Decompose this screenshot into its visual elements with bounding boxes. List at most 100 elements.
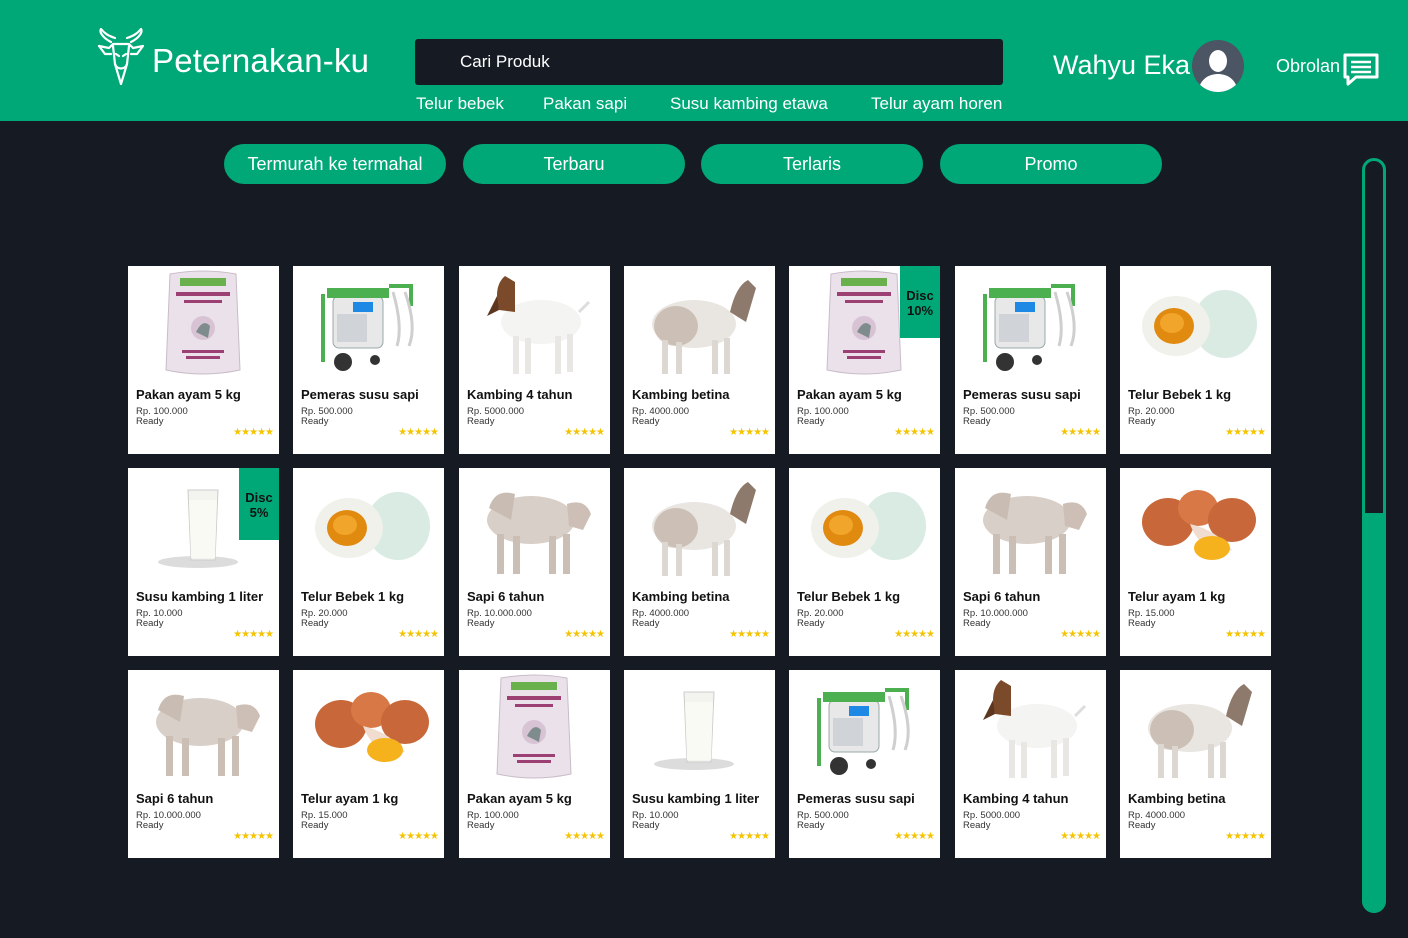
product-card[interactable]: Kambing 4 tahun Rp. 5000.000 Ready ★★★★★ [955, 670, 1106, 858]
product-status: Ready [963, 618, 991, 629]
goat-brown-head-icon[interactable] [459, 266, 610, 384]
product-card[interactable]: Susu kambing 1 liter Rp. 10.000 Ready ★★★★★… [128, 468, 279, 656]
chicken-egg-icon[interactable] [1120, 468, 1271, 586]
product-name[interactable]: Pemeras susu sapi [301, 387, 419, 402]
cow-icon[interactable] [459, 468, 610, 586]
product-name[interactable]: Kambing 4 tahun [467, 387, 572, 402]
milking-machine-icon[interactable] [955, 266, 1106, 384]
product-name[interactable]: Susu kambing 1 liter [136, 589, 263, 604]
product-status: Ready [467, 618, 495, 629]
product-name[interactable]: Kambing betina [632, 589, 730, 604]
rating-stars: ★★★★★ [1060, 629, 1101, 640]
product-name[interactable]: Pakan ayam 5 kg [797, 387, 902, 402]
product-name[interactable]: Telur ayam 1 kg [301, 791, 398, 806]
product-status: Ready [301, 416, 329, 427]
product-name[interactable]: Sapi 6 tahun [136, 791, 213, 806]
product-name[interactable]: Sapi 6 tahun [467, 589, 544, 604]
product-status: Ready [467, 416, 495, 427]
chicken-egg-icon[interactable] [293, 670, 444, 788]
user-name[interactable]: Wahyu Eka [1053, 50, 1190, 81]
quick-link-telur-ayam-horen[interactable]: Telur ayam horen [871, 94, 1002, 114]
product-card[interactable]: Sapi 6 tahun Rp. 10.000.000 Ready ★★★★★ [459, 468, 610, 656]
duck-egg-icon[interactable] [1120, 266, 1271, 384]
product-status: Ready [797, 618, 825, 629]
product-name[interactable]: Telur ayam 1 kg [1128, 589, 1225, 604]
product-name[interactable]: Kambing betina [1128, 791, 1226, 806]
product-status: Ready [301, 820, 329, 831]
product-card[interactable]: Telur Bebek 1 kg Rp. 20.000 Ready ★★★★★ [293, 468, 444, 656]
duck-egg-icon[interactable] [789, 468, 940, 586]
product-name[interactable]: Telur Bebek 1 kg [301, 589, 404, 604]
product-status: Ready [1128, 820, 1156, 831]
rating-stars: ★★★★★ [729, 629, 770, 640]
product-card[interactable]: Kambing betina Rp. 4000.000 Ready ★★★★★ [1120, 670, 1271, 858]
rating-stars: ★★★★★ [233, 629, 274, 640]
discount-badge: Disc 10% [900, 266, 940, 338]
product-name[interactable]: Pemeras susu sapi [963, 387, 1081, 402]
duck-egg-icon[interactable] [293, 468, 444, 586]
rating-stars: ★★★★★ [233, 427, 274, 438]
product-name[interactable]: Susu kambing 1 liter [632, 791, 759, 806]
product-card[interactable]: Pakan ayam 5 kg Rp. 100.000 Ready ★★★★★ [128, 266, 279, 454]
product-name[interactable]: Telur Bebek 1 kg [797, 589, 900, 604]
rating-stars: ★★★★★ [1060, 831, 1101, 842]
rating-stars: ★★★★★ [564, 427, 605, 438]
cow-icon[interactable] [955, 468, 1106, 586]
product-card[interactable]: Sapi 6 tahun Rp. 10.000.000 Ready ★★★★★ [955, 468, 1106, 656]
milking-machine-icon[interactable] [293, 266, 444, 384]
product-name[interactable]: Sapi 6 tahun [963, 589, 1040, 604]
filter-cheapest-button[interactable]: Termurah ke termahal [224, 144, 446, 184]
product-card[interactable]: Pakan ayam 5 kg Rp. 100.000 Ready ★★★★★ [459, 670, 610, 858]
chat-label[interactable]: Obrolan [1276, 56, 1340, 77]
quick-link-pakan-sapi[interactable]: Pakan sapi [543, 94, 627, 114]
product-status: Ready [1128, 618, 1156, 629]
product-name[interactable]: Pakan ayam 5 kg [467, 791, 572, 806]
product-card[interactable]: Kambing betina Rp. 4000.000 Ready ★★★★★ [624, 266, 775, 454]
filter-bestseller-button[interactable]: Terlaris [701, 144, 923, 184]
product-name[interactable]: Pakan ayam 5 kg [136, 387, 241, 402]
chat-bubble-icon[interactable] [1342, 52, 1380, 86]
product-card[interactable]: Pemeras susu sapi Rp. 500.000 Ready ★★★★★ [955, 266, 1106, 454]
product-card[interactable]: Telur Bebek 1 kg Rp. 20.000 Ready ★★★★★ [1120, 266, 1271, 454]
product-card[interactable]: Pemeras susu sapi Rp. 500.000 Ready ★★★★★ [789, 670, 940, 858]
rating-stars: ★★★★★ [233, 831, 274, 842]
product-name[interactable]: Kambing 4 tahun [963, 791, 1068, 806]
quick-link-susu-kambing-etawa[interactable]: Susu kambing etawa [670, 94, 828, 114]
goat-female-icon[interactable] [624, 468, 775, 586]
product-card[interactable]: Pemeras susu sapi Rp. 500.000 Ready ★★★★★ [293, 266, 444, 454]
search-bar[interactable] [415, 39, 1003, 85]
search-input[interactable] [415, 39, 1003, 85]
rating-stars: ★★★★★ [398, 427, 439, 438]
filter-newest-button[interactable]: Terbaru [463, 144, 685, 184]
goat-brown-head-icon[interactable] [955, 670, 1106, 788]
product-card[interactable]: Kambing betina Rp. 4000.000 Ready ★★★★★ [624, 468, 775, 656]
goat-female-icon[interactable] [1120, 670, 1271, 788]
rating-stars: ★★★★★ [398, 629, 439, 640]
filter-promo-button[interactable]: Promo [940, 144, 1162, 184]
product-name[interactable]: Telur Bebek 1 kg [1128, 387, 1231, 402]
user-avatar-icon[interactable] [1192, 40, 1244, 92]
app-title: Peternakan-ku [152, 42, 370, 79]
feed-sack-icon[interactable] [459, 670, 610, 788]
milk-glass-icon[interactable] [624, 670, 775, 788]
milking-machine-icon[interactable] [789, 670, 940, 788]
quick-link-telur-bebek[interactable]: Telur bebek [416, 94, 504, 114]
goat-logo-icon[interactable] [95, 28, 147, 86]
product-card[interactable]: Telur ayam 1 kg Rp. 15.000 Ready ★★★★★ [293, 670, 444, 858]
product-card[interactable]: Sapi 6 tahun Rp. 10.000.000 Ready ★★★★★ [128, 670, 279, 858]
goat-female-icon[interactable] [624, 266, 775, 384]
product-name[interactable]: Kambing betina [632, 387, 730, 402]
rating-stars: ★★★★★ [564, 629, 605, 640]
product-card[interactable]: Kambing 4 tahun Rp. 5000.000 Ready ★★★★★ [459, 266, 610, 454]
product-card[interactable]: Telur ayam 1 kg Rp. 15.000 Ready ★★★★★ [1120, 468, 1271, 656]
feed-sack-icon[interactable] [128, 266, 279, 384]
product-card[interactable]: Telur Bebek 1 kg Rp. 20.000 Ready ★★★★★ [789, 468, 940, 656]
cow-icon[interactable] [128, 670, 279, 788]
rating-stars: ★★★★★ [1225, 831, 1266, 842]
product-status: Ready [963, 416, 991, 427]
rating-stars: ★★★★★ [729, 831, 770, 842]
rating-stars: ★★★★★ [1060, 427, 1101, 438]
product-name[interactable]: Pemeras susu sapi [797, 791, 915, 806]
product-card[interactable]: Susu kambing 1 liter Rp. 10.000 Ready ★★★★★ [624, 670, 775, 858]
product-card[interactable]: Pakan ayam 5 kg Rp. 100.000 Ready ★★★★★ Disc… [789, 266, 940, 454]
